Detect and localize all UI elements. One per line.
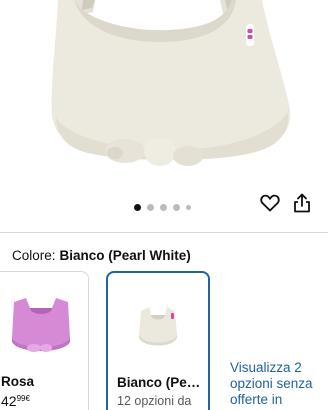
price-whole: 42 xyxy=(1,393,17,409)
swatch-image xyxy=(108,281,208,369)
product-image-gallery[interactable] xyxy=(0,0,328,232)
swatch-offers: 12 opzioni da xyxy=(117,394,192,408)
share-icon xyxy=(294,193,310,213)
selected-color-value: Bianco (Pearl White) xyxy=(59,248,191,263)
wishlist-button[interactable] xyxy=(260,194,286,220)
swatch-name: Bianco (Pearl White) xyxy=(117,375,202,390)
color-label: Colore: xyxy=(12,248,56,263)
heart-icon xyxy=(260,194,280,212)
white-potty-image xyxy=(139,307,177,346)
swatch-image xyxy=(0,280,88,368)
section-divider xyxy=(0,232,328,233)
carousel-dot xyxy=(173,203,180,211)
share-button[interactable] xyxy=(293,193,319,219)
price-currency: € xyxy=(25,394,30,403)
pink-potty-image xyxy=(12,298,70,352)
color-swatch-bianco[interactable]: Bianco (Pearl White) 12 opzioni da xyxy=(106,271,210,410)
carousel-dot xyxy=(160,203,167,211)
carousel-dot xyxy=(147,203,154,211)
carousel-dot xyxy=(186,204,191,210)
carousel-dot-active xyxy=(134,203,141,211)
see-more-options-link[interactable]: Visualizza 2 opzioni senza offerte in xyxy=(230,360,326,408)
color-swatch-rosa[interactable]: Rosa 4299€ xyxy=(0,271,89,410)
color-selection-label: Colore: Bianco (Pearl White) xyxy=(12,248,191,263)
swatch-name: Rosa xyxy=(1,374,35,389)
swatch-price: 4299€ xyxy=(1,393,30,409)
carousel-indicator xyxy=(134,203,191,211)
